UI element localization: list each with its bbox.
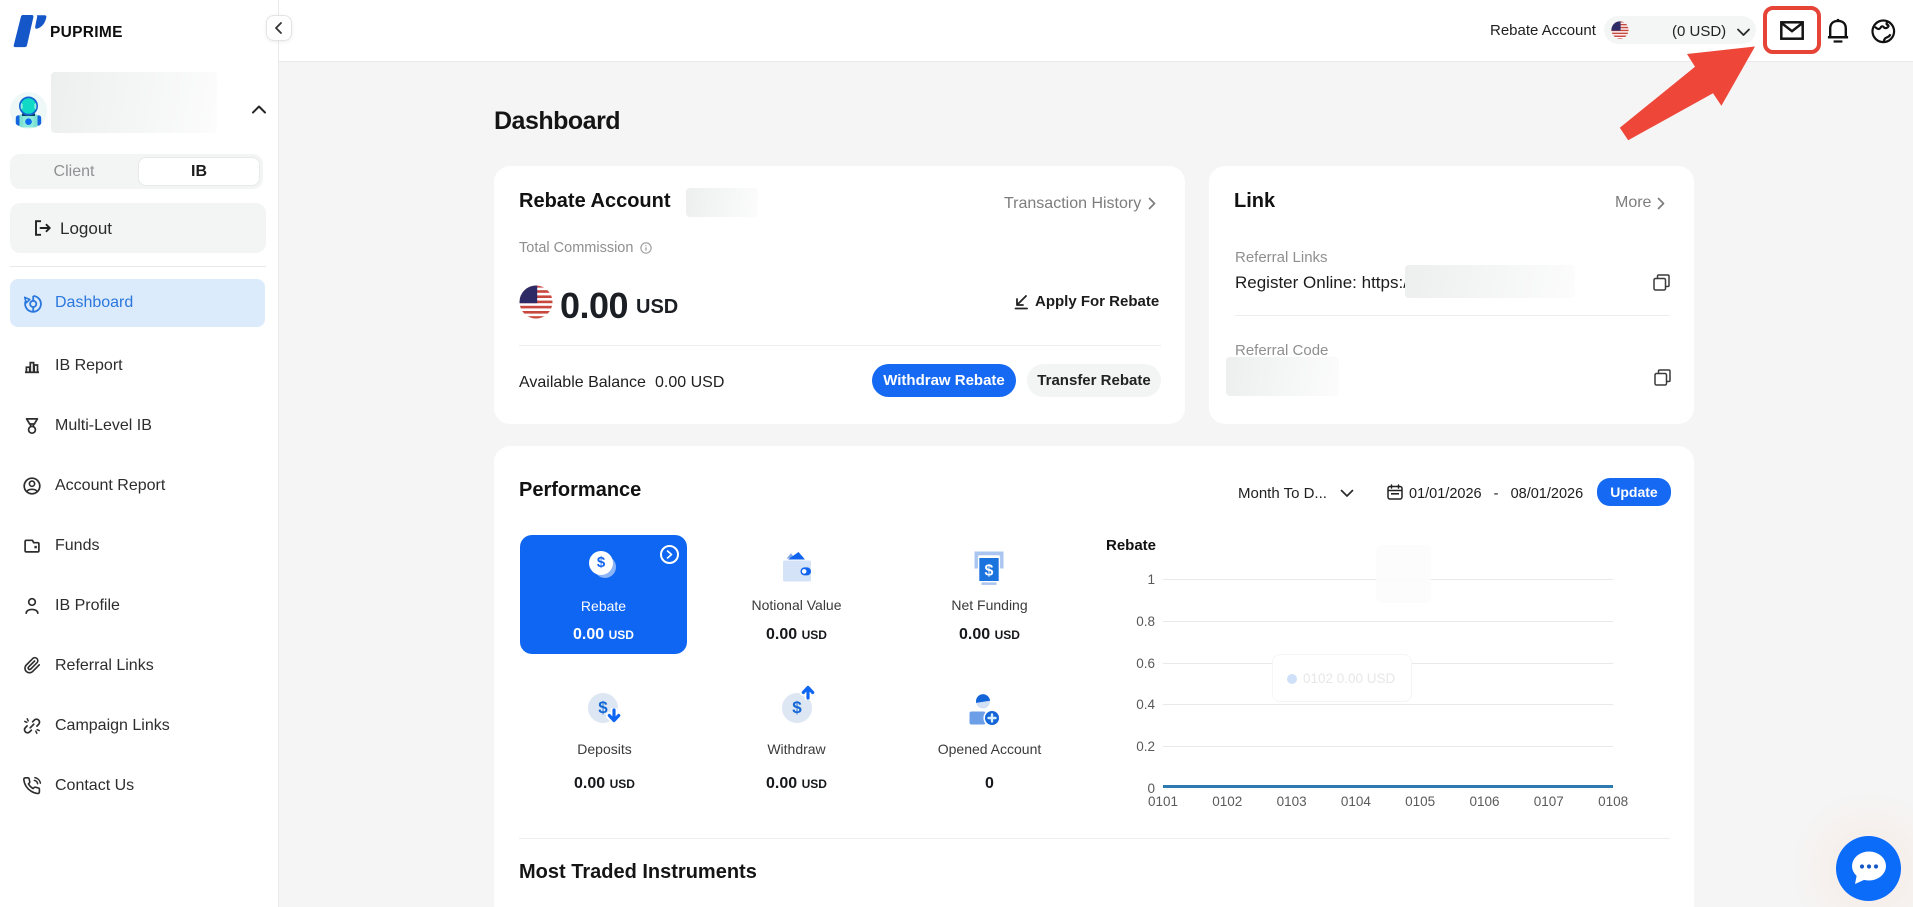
- svg-text:$: $: [985, 563, 994, 580]
